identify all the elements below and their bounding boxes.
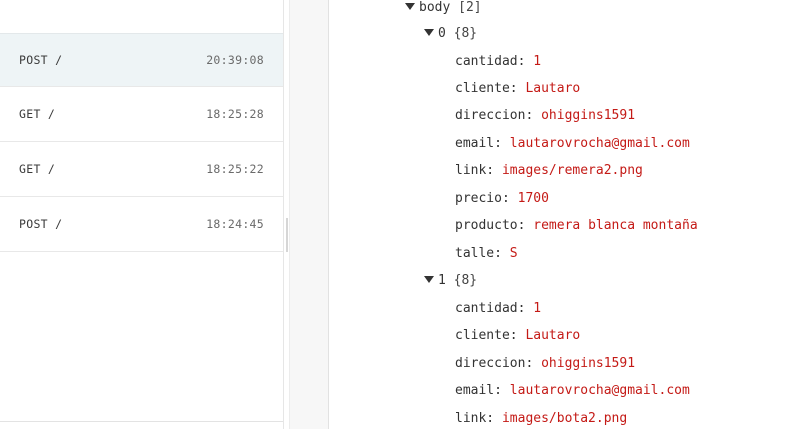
- tree-field: cantidad: 1: [455, 53, 541, 71]
- tree-field: cantidad: 1: [455, 300, 541, 318]
- field-key: cliente:: [455, 328, 518, 343]
- field-value: Lautaro: [525, 328, 581, 343]
- field-value: S: [509, 246, 518, 261]
- field-key: producto:: [455, 218, 526, 233]
- field-key: link:: [455, 411, 495, 426]
- field-key: precio:: [455, 191, 510, 206]
- tree-field: cliente: Lautaro: [455, 327, 580, 345]
- divider: [0, 421, 283, 422]
- field-value: lautarovrocha@gmail.com: [509, 383, 690, 398]
- field-key: email:: [455, 136, 502, 151]
- node-key: body: [419, 0, 451, 15]
- tree-field: email: lautarovrocha@gmail.com: [455, 382, 690, 400]
- request-method: GET /: [19, 107, 56, 121]
- node-count: [2]: [458, 0, 482, 15]
- tree-field: direccion: ohiggins1591: [455, 355, 635, 373]
- request-time: 18:25:28: [206, 107, 264, 121]
- request-item[interactable]: GET / 18:25:22: [0, 143, 283, 197]
- request-item[interactable]: POST / 20:39:08: [0, 33, 283, 87]
- node-key: 1: [438, 273, 446, 288]
- json-tree-viewer: body [2] 0 {8} cantidad: 1 cliente: Laut…: [330, 0, 786, 429]
- request-time: 20:39:08: [206, 53, 264, 67]
- request-method: POST /: [19, 53, 63, 67]
- tree-field: link: images/bota2.png: [455, 410, 627, 428]
- tree-node-item-1[interactable]: 1 {8}: [424, 272, 477, 290]
- field-key: cliente:: [455, 81, 518, 96]
- field-key: cantidad:: [455, 54, 526, 69]
- request-time: 18:25:22: [206, 162, 264, 176]
- field-value: images/bota2.png: [501, 411, 628, 426]
- gutter: [289, 0, 329, 429]
- field-key: direccion:: [455, 108, 534, 123]
- tree-node-item-0[interactable]: 0 {8}: [424, 25, 477, 43]
- tree-field: cliente: Lautaro: [455, 80, 580, 98]
- request-list-pane: POST / 20:39:08 GET / 18:25:28 GET / 18:…: [0, 0, 284, 429]
- tree-node-body[interactable]: body [2]: [405, 0, 482, 17]
- field-value: Lautaro: [525, 81, 581, 96]
- field-key: talle:: [455, 246, 502, 261]
- request-method: GET /: [19, 162, 56, 176]
- field-value: images/remera2.png: [501, 163, 643, 178]
- field-value: 1: [533, 301, 542, 316]
- field-key: email:: [455, 383, 502, 398]
- tree-field: talle: S: [455, 245, 518, 263]
- request-time: 18:24:45: [206, 217, 264, 231]
- field-value: ohiggins1591: [541, 356, 636, 371]
- request-method: POST /: [19, 217, 63, 231]
- field-value: 1700: [517, 191, 549, 206]
- tree-field: producto: remera blanca montaña: [455, 217, 698, 235]
- node-count: {8}: [453, 273, 478, 288]
- request-item[interactable]: GET / 18:25:28: [0, 88, 283, 142]
- field-value: lautarovrocha@gmail.com: [509, 136, 690, 151]
- node-key: 0: [438, 26, 446, 41]
- pane-resize-handle[interactable]: [286, 218, 288, 252]
- tree-field: precio: 1700: [455, 190, 549, 208]
- triangle-down-icon[interactable]: [424, 29, 434, 36]
- node-count: {8}: [453, 26, 478, 41]
- field-key: cantidad:: [455, 301, 526, 316]
- triangle-down-icon[interactable]: [424, 276, 434, 283]
- field-key: direccion:: [455, 356, 534, 371]
- tree-field: link: images/remera2.png: [455, 162, 643, 180]
- triangle-down-icon[interactable]: [405, 3, 415, 10]
- field-value: 1: [533, 54, 542, 69]
- tree-field: direccion: ohiggins1591: [455, 107, 635, 125]
- field-key: link:: [455, 163, 495, 178]
- request-item[interactable]: POST / 18:24:45: [0, 198, 283, 252]
- field-value: remera blanca montaña: [533, 218, 698, 233]
- field-value: ohiggins1591: [541, 108, 636, 123]
- tree-field: email: lautarovrocha@gmail.com: [455, 135, 690, 153]
